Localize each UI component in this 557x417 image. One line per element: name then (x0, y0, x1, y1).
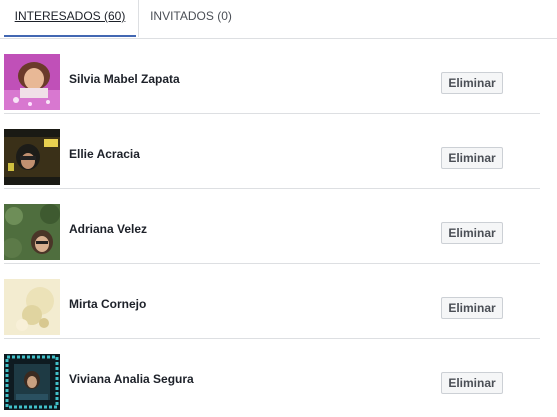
list-item: Silvia Mabel Zapata Eliminar (4, 38, 540, 114)
person-name[interactable]: Adriana Velez (69, 222, 147, 236)
person-name[interactable]: Viviana Analia Segura (69, 372, 194, 386)
avatar-image (4, 354, 60, 410)
person-name[interactable]: Ellie Acracia (69, 147, 140, 161)
tab-interesados[interactable]: INTERESADOS (60) (4, 0, 136, 37)
avatar[interactable] (4, 354, 60, 410)
remove-button[interactable]: Eliminar (441, 222, 503, 244)
remove-button[interactable]: Eliminar (441, 372, 503, 394)
avatar-image (4, 129, 60, 185)
list-item: Viviana Analia Segura Eliminar (4, 338, 540, 413)
avatar[interactable] (4, 54, 60, 110)
remove-button[interactable]: Eliminar (441, 147, 503, 169)
tab-divider (138, 0, 139, 37)
person-name[interactable]: Silvia Mabel Zapata (69, 72, 180, 86)
avatar[interactable] (4, 129, 60, 185)
avatar-image (4, 204, 60, 260)
remove-button[interactable]: Eliminar (441, 72, 503, 94)
list-item: Adriana Velez Eliminar (4, 188, 540, 264)
avatar[interactable] (4, 279, 60, 335)
avatar-image (4, 279, 60, 335)
list-item: Mirta Cornejo Eliminar (4, 263, 540, 339)
remove-button[interactable]: Eliminar (441, 297, 503, 319)
tab-invitados[interactable]: INVITADOS (0) (148, 0, 234, 37)
avatar-image (4, 54, 60, 110)
person-name[interactable]: Mirta Cornejo (69, 297, 146, 311)
tab-bar: INTERESADOS (60) INVITADOS (0) (0, 0, 557, 39)
avatar[interactable] (4, 204, 60, 260)
list-item: Ellie Acracia Eliminar (4, 113, 540, 189)
